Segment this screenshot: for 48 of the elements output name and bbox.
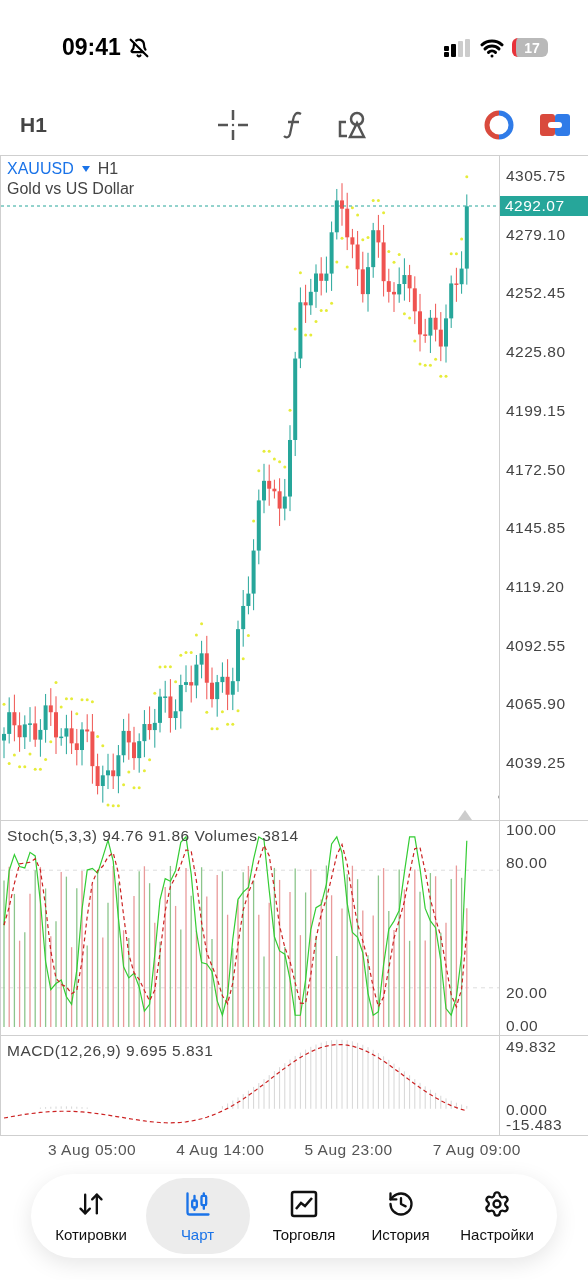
macd-legend: MACD(12,26,9) 9.695 5.831 <box>7 1042 214 1060</box>
nav-tab[interactable]: Настройки <box>455 1178 539 1254</box>
indicator-level: 49.832 <box>506 1038 557 1056</box>
price-label: 4039.25 <box>506 754 566 772</box>
indicator-level: 0.00 <box>506 1017 539 1035</box>
function-icon[interactable] <box>282 110 304 140</box>
price-label: 4172.50 <box>506 460 566 479</box>
indicator-level: 80.00 <box>506 854 548 872</box>
clock-circle-icon[interactable] <box>484 110 514 140</box>
price-label: 4145.85 <box>506 519 566 538</box>
nav-tab[interactable]: Котировки <box>49 1178 133 1254</box>
price-label: 4279.10 <box>506 225 566 244</box>
nav-tab[interactable]: Торговля <box>262 1178 346 1254</box>
bell-off-icon <box>128 37 149 58</box>
time-label: 7 Aug 09:00 <box>432 1141 521 1159</box>
timeframe-button[interactable]: H1 <box>20 113 218 137</box>
status-time: 09:41 <box>62 34 121 61</box>
price-label: 4225.80 <box>506 343 566 362</box>
price-label: 4092.55 <box>506 636 566 655</box>
stochastic-legend: Stoch(5,3,3) 94.76 91.86 Volumes 3814 <box>7 827 299 845</box>
time-label: 4 Aug 14:00 <box>176 1141 265 1159</box>
history-icon <box>386 1189 415 1218</box>
line-chart-icon <box>290 1189 318 1218</box>
nav-tab[interactable]: Чарт <box>145 1178 250 1254</box>
dropdown-icon[interactable] <box>81 166 90 172</box>
price-label: 4199.15 <box>506 401 566 420</box>
indicator-level: 0.000 <box>506 1101 548 1119</box>
symbol-description: Gold vs US Dollar <box>7 180 135 198</box>
crosshair-icon[interactable] <box>218 110 248 140</box>
battery-icon: 17 <box>512 38 548 57</box>
nav-tab[interactable]: История <box>358 1178 443 1254</box>
shapes-icon[interactable] <box>338 110 368 140</box>
price-label: 4065.90 <box>506 695 566 714</box>
current-price-tag: 4292.07 <box>500 196 588 216</box>
settings-icon <box>483 1189 511 1218</box>
indicator-level: -15.483 <box>506 1116 563 1134</box>
time-label: 3 Aug 05:00 <box>48 1141 137 1159</box>
chart-timeframe: H1 <box>97 160 119 178</box>
price-label: 4305.75 <box>506 167 566 185</box>
candlestick-icon <box>183 1189 212 1218</box>
indicator-level: 100.00 <box>506 821 557 839</box>
symbol-selector[interactable]: XAUUSD <box>7 160 74 178</box>
price-label: 4119.20 <box>506 577 565 596</box>
price-label: 4252.45 <box>506 284 566 303</box>
time-label: 5 Aug 23:00 <box>304 1141 393 1159</box>
toggle-icon[interactable] <box>540 112 570 138</box>
indicator-level: 20.00 <box>506 984 548 1002</box>
signal-icon <box>444 38 472 57</box>
